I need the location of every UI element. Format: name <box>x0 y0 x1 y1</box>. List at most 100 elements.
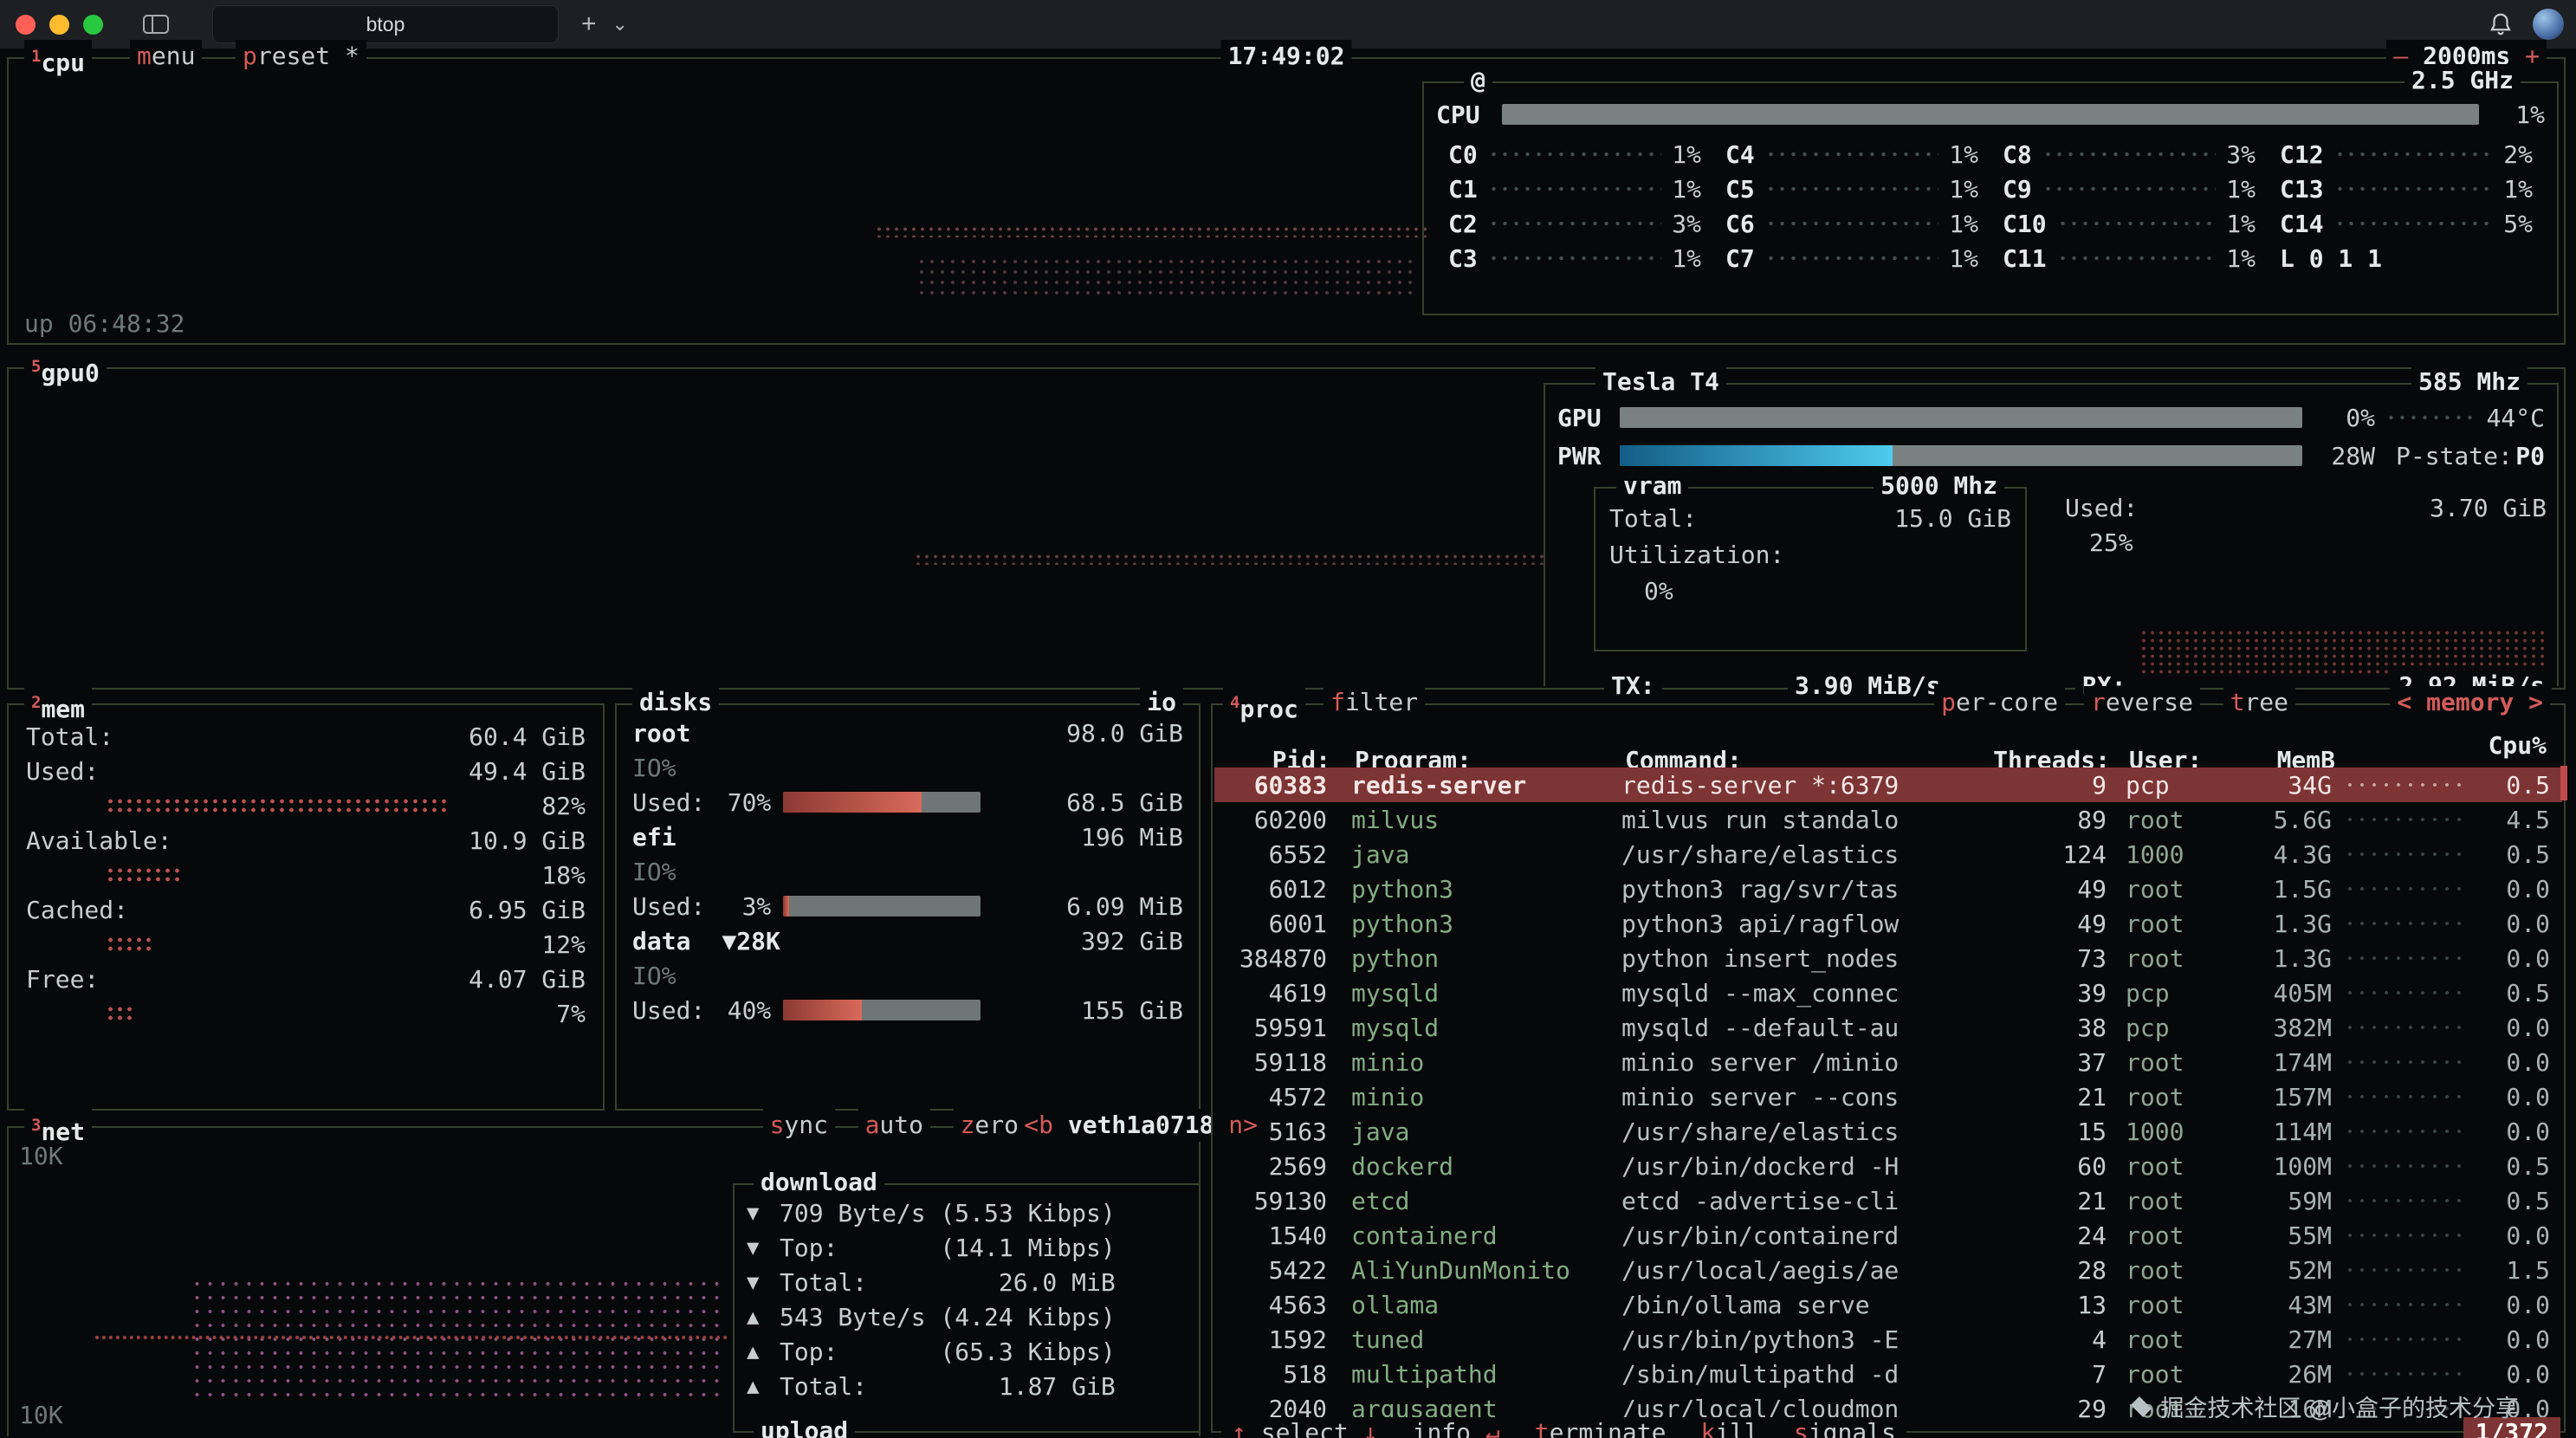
process-memory: 114M <box>2236 1117 2332 1146</box>
avatar[interactable] <box>2533 9 2564 40</box>
gpu-rx-graph <box>2139 629 2547 674</box>
process-cpu: 0.0 <box>2476 1221 2562 1250</box>
process-row[interactable]: 5422 AliYunDunMonito /usr/local/aegis/ae… <box>1214 1253 2562 1287</box>
gpu-pstate-label: P-state: <box>2396 442 2513 470</box>
process-threads: 9 <box>1985 771 2107 800</box>
gpu-power-label: PWR <box>1557 442 1620 470</box>
kill-button[interactable]: kill <box>1700 1417 1758 1438</box>
process-row[interactable]: 1592 tuned /usr/bin/python3 -E 4 root 27… <box>1214 1322 2562 1357</box>
process-row[interactable]: 4563 ollama /bin/ollama serve 13 root 43… <box>1214 1287 2562 1322</box>
mem-stat-label: Free: <box>26 965 99 994</box>
proc-scrollbar-thumb[interactable] <box>2560 766 2567 800</box>
process-pid: 6012 <box>1214 875 1336 904</box>
disk-size: 392 GiB <box>1081 927 1183 955</box>
select-hint[interactable]: ↑ select ↓ <box>1232 1417 1378 1438</box>
process-row[interactable]: 384870 python python insert_nodes 73 roo… <box>1214 941 2562 975</box>
process-program: mysqld <box>1336 1014 1621 1042</box>
process-row[interactable]: 6552 java /usr/share/elastics 124 1000 4… <box>1214 837 2562 871</box>
process-user: root <box>2107 806 2236 834</box>
cpu-total-percent: 1% <box>2479 100 2545 129</box>
proc-filter-button[interactable]: filter <box>1324 686 1425 719</box>
process-row[interactable]: 6012 python3 python3 rag/svr/tas 49 root… <box>1214 871 2562 906</box>
proc-per-core-toggle[interactable]: per-core <box>1934 686 2065 719</box>
gpu-tx-label: TX: <box>1604 670 1662 702</box>
process-row[interactable]: 5163 java /usr/share/elastics 15 1000 11… <box>1214 1114 2562 1149</box>
disk-entry: root 98.0 GiB IO% Used: 70% 68.5 GiB <box>632 716 1183 819</box>
process-row[interactable]: 4572 minio minio server --cons 21 root 1… <box>1214 1079 2562 1114</box>
zoom-window-button[interactable] <box>83 15 103 35</box>
net-zero-button[interactable]: zero <box>954 1109 1026 1142</box>
process-memory: 174M <box>2236 1048 2332 1077</box>
disk-used-bar <box>783 792 981 813</box>
cpu-panel: 1cpu menu preset * 17:49:02 – 2000ms + u… <box>7 57 2566 345</box>
notification-icon[interactable] <box>2488 11 2514 37</box>
sidebar-toggle-icon[interactable] <box>143 15 169 34</box>
net-sync-button[interactable]: sync <box>763 1109 835 1142</box>
process-row[interactable]: 4619 mysqld mysqld --max_connec 39 pcp 4… <box>1214 975 2562 1010</box>
signals-button[interactable]: signals <box>1794 1417 1896 1438</box>
clock: 17:49:02 <box>1221 40 1352 73</box>
process-row[interactable]: 60383 redis-server redis-server *:6379 9… <box>1214 768 2562 802</box>
process-table: 60383 redis-server redis-server *:6379 9… <box>1214 768 2562 1426</box>
watermark: 掘金技术社区 @小盒子的技术分享 <box>2133 1389 2519 1423</box>
process-row[interactable]: 1540 containerd /usr/bin/containerd 24 r… <box>1214 1218 2562 1253</box>
process-memory: 34G <box>2236 771 2332 800</box>
leader-dots <box>1488 185 1662 192</box>
process-row[interactable]: 60200 milvus milvus run standalo 89 root… <box>1214 802 2562 837</box>
new-tab-button[interactable]: + <box>581 10 597 39</box>
process-command: /usr/local/aegis/ae <box>1621 1256 1985 1285</box>
process-threads: 73 <box>1985 944 2107 973</box>
refresh-plus-button[interactable]: + <box>2525 42 2540 70</box>
process-command: /sbin/multipathd -d <box>1621 1360 1985 1389</box>
terminal-tab[interactable]: btop <box>212 5 559 43</box>
process-memory: 27M <box>2236 1325 2332 1354</box>
cpu-meter-label: CPU <box>1436 100 1502 129</box>
process-threads: 49 <box>1985 910 2107 938</box>
process-row[interactable]: 6001 python3 python3 api/ragflow 49 root… <box>1214 906 2562 941</box>
net-graph <box>191 1277 728 1407</box>
cpu-core: C10 1% <box>1990 206 2268 241</box>
proc-tree-toggle[interactable]: tree <box>2223 686 2295 719</box>
disk-io-indicator: ▼28K <box>722 927 780 955</box>
process-cpu: 0.5 <box>2476 771 2562 800</box>
process-pid: 59118 <box>1214 1048 1336 1077</box>
process-row[interactable]: 59118 minio minio server /minio 37 root … <box>1214 1045 2562 1079</box>
leader-dots <box>1765 151 1939 158</box>
tab-dropdown-button[interactable]: ⌄ <box>612 13 628 36</box>
process-user: root <box>2107 1083 2236 1111</box>
process-row[interactable]: 2569 dockerd /usr/bin/dockerd -H 60 root… <box>1214 1149 2562 1183</box>
minimize-window-button[interactable] <box>49 15 69 35</box>
net-auto-button[interactable]: auto <box>858 1109 930 1142</box>
proc-table-header: Pid: Program: Command: Threads: User: Me… <box>1218 731 2559 766</box>
process-program: python3 <box>1336 875 1621 904</box>
mem-usage-graph <box>106 797 522 814</box>
close-window-button[interactable] <box>16 15 36 35</box>
info-button[interactable]: info ↵ <box>1413 1417 1500 1438</box>
process-threads: 28 <box>1985 1256 2107 1285</box>
process-cpu: 0.0 <box>2476 1014 2562 1042</box>
process-program: mysqld <box>1336 979 1621 1007</box>
terminate-button[interactable]: terminate <box>1535 1417 1667 1438</box>
preset-button[interactable]: preset * <box>236 40 366 73</box>
mem-stat-value: 6.95 GiB <box>469 896 586 924</box>
mem-stat-value: 60.4 GiB <box>469 722 586 751</box>
process-row[interactable]: 59130 etcd etcd -advertise-cli 21 root 5… <box>1214 1183 2562 1218</box>
proc-reverse-toggle[interactable]: reverse <box>2084 686 2200 719</box>
disk-used-value: 6.09 MiB <box>1066 892 1183 921</box>
process-memory: 1.3G <box>2236 944 2332 973</box>
process-user: 1000 <box>2107 840 2236 869</box>
process-user: pcp <box>2107 979 2236 1007</box>
process-program: python <box>1336 944 1621 973</box>
net-stat-row: ▼ Top: (14.1 Mibps) <box>747 1230 1187 1265</box>
disk-size: 196 MiB <box>1081 823 1183 852</box>
leader-dots <box>2344 1371 2463 1376</box>
process-row[interactable]: 59591 mysqld mysqld --default-au 38 pcp … <box>1214 1010 2562 1045</box>
process-row[interactable]: 518 multipathd /sbin/multipathd -d 7 roo… <box>1214 1357 2562 1391</box>
disks-io-toggle[interactable]: io <box>1140 686 1183 719</box>
process-threads: 21 <box>1985 1187 2107 1215</box>
process-threads: 4 <box>1985 1325 2107 1354</box>
cpu-core: C6 1% <box>1713 206 1990 241</box>
proc-sort-selector[interactable]: < memory > <box>2390 686 2550 719</box>
net-stat-row: ▲ Total: 1.87 GiB <box>747 1369 1187 1403</box>
menu-button[interactable]: menu <box>130 40 202 73</box>
